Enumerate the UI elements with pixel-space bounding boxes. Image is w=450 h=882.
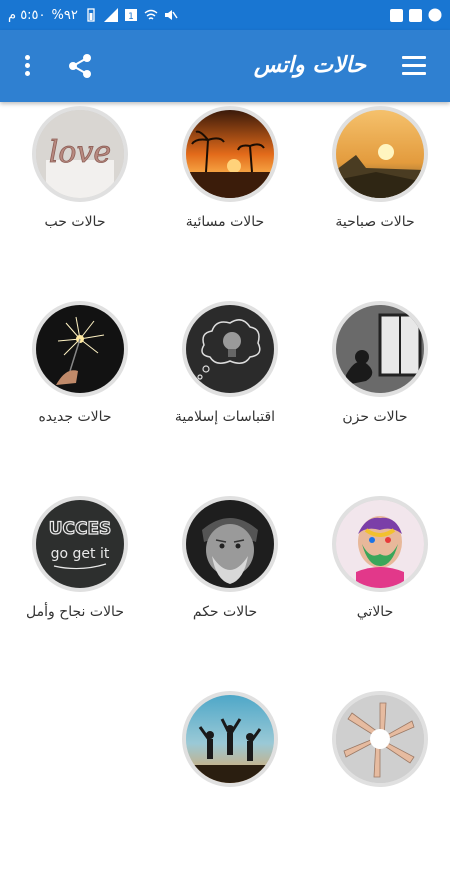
category-label: حالات حزن: [342, 409, 408, 425]
category-new[interactable]: حالات جديده: [0, 297, 150, 492]
svg-text:UCCES: UCCES: [49, 519, 112, 539]
category-label: حالات مسائية: [185, 214, 265, 230]
hamburger-menu-icon[interactable]: [402, 56, 428, 76]
category-label: حالاتي: [356, 604, 394, 620]
love-balloons-image: love: [32, 106, 128, 202]
gallery-icon: [390, 8, 403, 22]
sad-window-image: [332, 301, 428, 397]
category-label: حالات حب: [44, 214, 106, 230]
flipboard-icon: [409, 8, 422, 22]
category-label: حالات حكم: [192, 604, 258, 620]
category-label: حالات صباحية: [335, 214, 415, 230]
sunrise-landscape-image: [332, 106, 428, 202]
sparkler-image: [32, 301, 128, 397]
battery-percent: %٩٢: [51, 7, 78, 23]
category-morning[interactable]: حالات صباحية: [300, 102, 450, 297]
app-title: حالات واتس: [253, 52, 366, 78]
mute-icon: [164, 8, 178, 22]
category-friends[interactable]: [150, 687, 300, 882]
svg-text:1: 1: [128, 12, 134, 22]
category-hands[interactable]: [300, 687, 450, 882]
lightbulb-thought-image: [182, 301, 278, 397]
success-chalkboard-image: UCCES go get it: [32, 496, 128, 592]
colorful-face-image: [332, 496, 428, 592]
categories-grid: حالات صباحية حالات مسائية love حالات حب: [0, 102, 450, 800]
category-mine[interactable]: حالاتي: [300, 492, 450, 687]
old-man-image: [182, 496, 278, 592]
category-sad[interactable]: حالات حزن: [300, 297, 450, 492]
category-wisdom[interactable]: حالات حكم: [150, 492, 300, 687]
category-evening[interactable]: حالات مسائية: [150, 102, 300, 297]
category-success[interactable]: UCCES go get it حالات نجاح وأمل: [0, 492, 150, 687]
status-bar: ٥:٥٠ م %٩٢ 1: [0, 0, 450, 30]
wifi-icon: [144, 8, 158, 22]
status-left: ٥:٥٠ م %٩٢ 1: [8, 0, 178, 30]
more-vert-icon[interactable]: [20, 52, 34, 80]
hands-circle-image: [332, 691, 428, 787]
category-label: اقتباسات إسلامية: [174, 409, 276, 425]
category-love[interactable]: love حالات حب: [0, 102, 150, 297]
app-notification-icon: [428, 8, 442, 22]
battery-icon: [84, 8, 98, 22]
status-right: [390, 0, 442, 30]
app-bar: حالات واتس: [0, 30, 450, 102]
status-time: ٥:٥٠ م: [8, 7, 46, 23]
svg-text:love: love: [49, 135, 111, 170]
svg-text:go get it: go get it: [51, 546, 110, 562]
share-icon[interactable]: [66, 52, 94, 80]
friends-jumping-image: [182, 691, 278, 787]
signal-icon: [103, 8, 118, 22]
category-islamic[interactable]: اقتباسات إسلامية: [150, 297, 300, 492]
category-label: حالات جديده: [38, 409, 112, 425]
category-label: حالات نجاح وأمل: [26, 604, 124, 620]
sunset-palm-image: [182, 106, 278, 202]
sim-icon: 1: [124, 8, 138, 22]
